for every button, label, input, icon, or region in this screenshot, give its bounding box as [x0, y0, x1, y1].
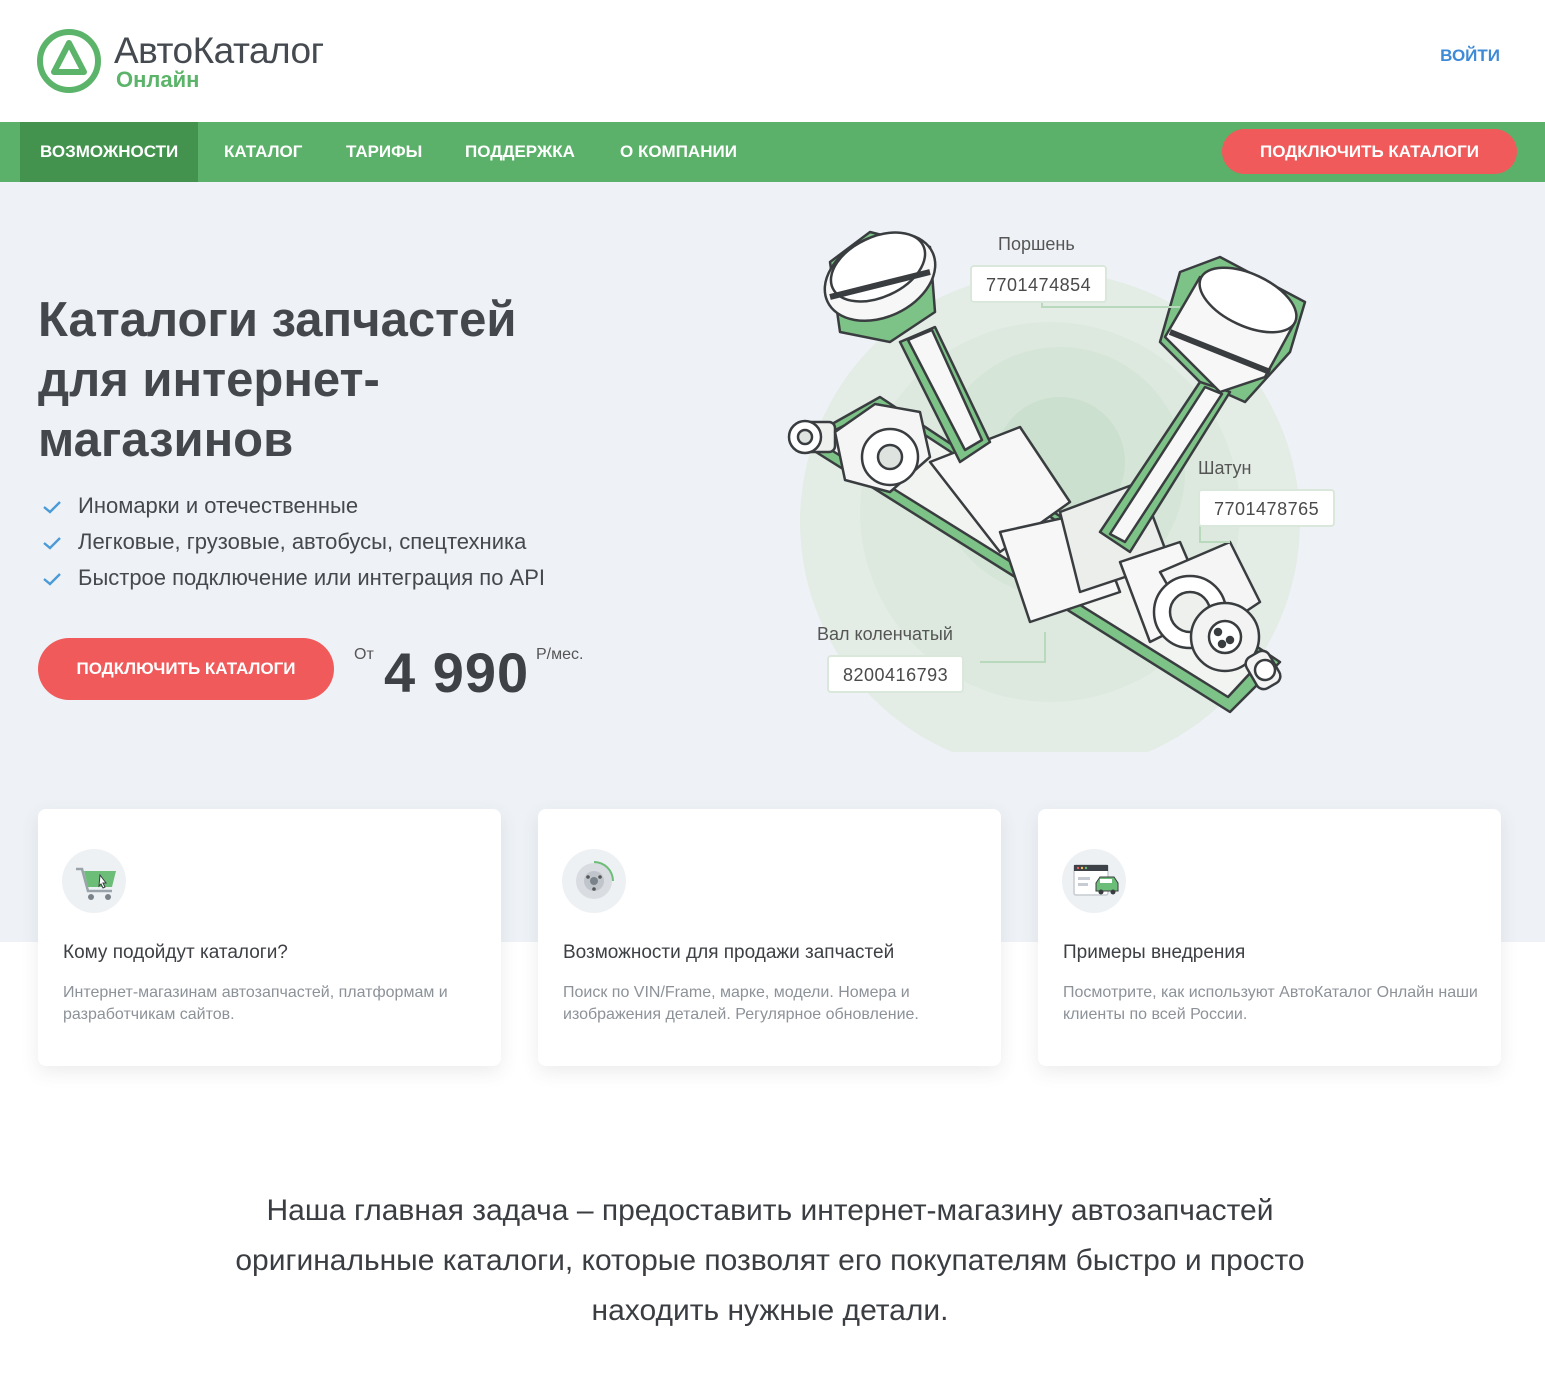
card-title: Примеры внедрения [1063, 942, 1246, 963]
feature-text: Иномарки и отечественные [78, 493, 359, 518]
card-title: Кому подойдут каталоги? [63, 942, 288, 963]
browser-car-icon [1062, 849, 1126, 913]
hero-connect-button[interactable]: ПОДКЛЮЧИТЬ КАТАЛОГИ [38, 638, 334, 700]
nav-connect-button[interactable]: ПОДКЛЮЧИТЬ КАТАЛОГИ [1222, 129, 1517, 174]
part-name-piston: Поршень [998, 234, 1075, 254]
card-examples[interactable]: Примеры внедрения Посмотрите, как исполь… [1038, 809, 1501, 1066]
hero-title: Каталоги запчастей для интернет-магазино… [38, 293, 517, 467]
card-audience[interactable]: Кому подойдут каталоги? Интернет-магазин… [38, 809, 501, 1066]
feature-text: Быстрое подключение или интеграция по AP… [78, 565, 546, 590]
login-link[interactable]: ВОЙТИ [1440, 46, 1500, 66]
card-description: Интернет-магазинам автозапчастей, платфо… [63, 984, 448, 1023]
nav-item-catalog[interactable]: КАТАЛОГ [204, 122, 322, 182]
feature-item: Быстрое подключение или интеграция по AP… [40, 560, 545, 596]
part-number-crankshaft[interactable]: 8200416793 [827, 655, 965, 693]
card-capabilities[interactable]: Возможности для продажи запчастей Поиск … [538, 809, 1001, 1066]
part-name-crankshaft: Вал коленчатый [817, 624, 953, 644]
nav-item-about[interactable]: О КОМПАНИИ [600, 122, 757, 182]
shopping-cart-icon [62, 849, 126, 913]
check-icon [43, 537, 61, 550]
part-name-rod: Шатун [1198, 458, 1252, 478]
engine-illustration: Поршень 7701474854 Шатун 7701478765 Вал … [760, 212, 1360, 752]
price-prefix: От [354, 646, 374, 663]
feature-text: Легковые, грузовые, автобусы, спецтехник… [78, 529, 527, 554]
site-header: АвтоКаталог Онлайн ВОЙТИ [0, 0, 1545, 122]
nav-item-pricing[interactable]: ТАРИФЫ [326, 122, 442, 182]
card-description: Поиск по VIN/Frame, марке, модели. Номер… [563, 984, 919, 1023]
price-value: 4 990 [384, 641, 530, 704]
nav-item-features[interactable]: ВОЗМОЖНОСТИ [20, 122, 199, 182]
feature-item: Легковые, грузовые, автобусы, спецтехник… [40, 524, 545, 560]
logo-subtitle: Онлайн [116, 67, 200, 92]
feature-item: Иномарки и отечественные [40, 488, 545, 524]
nav-item-support[interactable]: ПОДДЕРЖКА [445, 122, 595, 182]
check-icon [43, 501, 61, 514]
logo[interactable]: АвтоКаталог Онлайн [36, 28, 356, 94]
main-nav: ВОЗМОЖНОСТИ КАТАЛОГ ТАРИФЫ ПОДДЕРЖКА О К… [0, 122, 1545, 182]
check-icon [43, 573, 61, 586]
part-number-rod[interactable]: 7701478765 [1198, 489, 1336, 527]
brake-disc-icon [562, 849, 626, 913]
part-number-piston[interactable]: 7701474854 [970, 265, 1108, 303]
card-description: Посмотрите, как используют АвтоКаталог О… [1063, 984, 1478, 1023]
price-unit: Р/мес. [536, 646, 584, 663]
logo-title: АвтоКаталог [114, 30, 324, 71]
card-title: Возможности для продажи запчастей [563, 942, 895, 963]
logo-icon [37, 29, 101, 93]
mission-statement: Наша главная задача – предоставить интер… [235, 1194, 1305, 1327]
feature-list: Иномарки и отечественные Легковые, грузо… [40, 488, 545, 596]
